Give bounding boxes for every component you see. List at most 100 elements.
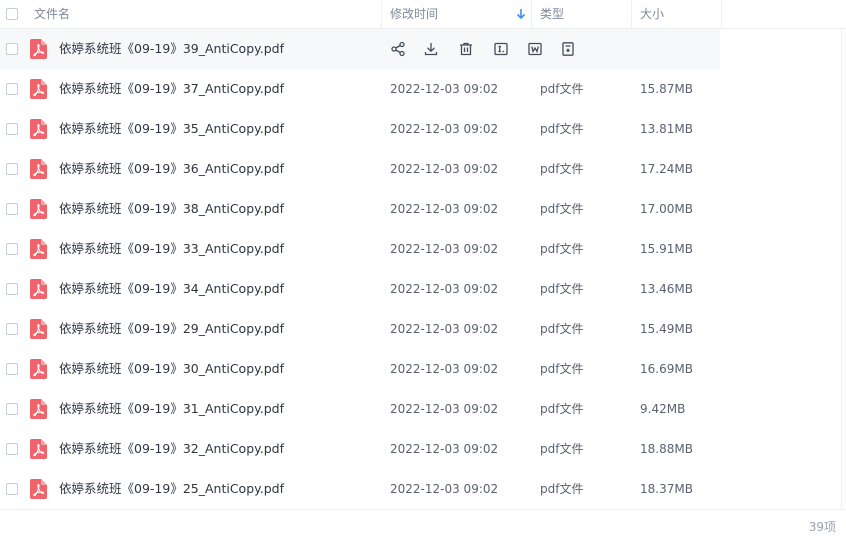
file-modified-date: 2022-12-03 09:02 — [390, 362, 499, 376]
file-name[interactable]: 依婷系统班《09-19》36_AntiCopy.pdf — [59, 149, 284, 189]
table-row[interactable]: 依婷系统班《09-19》33_AntiCopy.pdf 2022-12-03 0… — [0, 229, 720, 269]
file-type: pdf文件 — [540, 482, 584, 496]
row-checkbox[interactable] — [6, 483, 18, 495]
file-modified-date: 2022-12-03 09:02 — [390, 482, 499, 496]
pdf-file-icon — [30, 159, 47, 179]
column-size-header[interactable]: 大小 — [640, 0, 664, 28]
file-size: 9.42MB — [640, 402, 686, 416]
file-type: pdf文件 — [540, 82, 584, 96]
table-row[interactable]: 依婷系统班《09-19》39_AntiCopy.pdf — [0, 29, 720, 69]
table-row[interactable]: 依婷系统班《09-19》36_AntiCopy.pdf 2022-12-03 0… — [0, 149, 720, 189]
file-type: pdf文件 — [540, 322, 584, 336]
file-name[interactable]: 依婷系统班《09-19》37_AntiCopy.pdf — [59, 69, 284, 109]
file-modified-date: 2022-12-03 09:02 — [390, 122, 499, 136]
table-row[interactable]: 依婷系统班《09-19》35_AntiCopy.pdf 2022-12-03 0… — [0, 109, 720, 149]
row-checkbox[interactable] — [6, 323, 18, 335]
row-checkbox[interactable] — [6, 443, 18, 455]
file-size: 18.37MB — [640, 482, 693, 496]
file-list-header: 文件名 修改时间 类型 大小 — [0, 0, 846, 29]
file-modified-date: 2022-12-03 09:02 — [390, 442, 499, 456]
file-modified-date: 2022-12-03 09:02 — [390, 202, 499, 216]
table-row[interactable]: 依婷系统班《09-19》34_AntiCopy.pdf 2022-12-03 0… — [0, 269, 720, 309]
row-checkbox[interactable] — [6, 123, 18, 135]
scrollbar-track[interactable] — [841, 29, 842, 509]
file-size: 13.81MB — [640, 122, 693, 136]
table-row[interactable]: 依婷系统班《09-19》32_AntiCopy.pdf 2022-12-03 0… — [0, 429, 720, 469]
file-type: pdf文件 — [540, 122, 584, 136]
select-all-checkbox[interactable] — [6, 8, 18, 20]
pdf-file-icon — [30, 439, 47, 459]
table-row[interactable]: 依婷系统班《09-19》29_AntiCopy.pdf 2022-12-03 0… — [0, 309, 720, 349]
row-checkbox[interactable] — [6, 243, 18, 255]
file-name[interactable]: 依婷系统班《09-19》32_AntiCopy.pdf — [59, 429, 284, 469]
table-row[interactable]: 依婷系统班《09-19》31_AntiCopy.pdf 2022-12-03 0… — [0, 389, 720, 429]
column-divider[interactable] — [381, 0, 382, 28]
file-name[interactable]: 依婷系统班《09-19》29_AntiCopy.pdf — [59, 309, 284, 349]
file-size: 13.46MB — [640, 282, 693, 296]
file-type: pdf文件 — [540, 202, 584, 216]
file-type: pdf文件 — [540, 162, 584, 176]
rename-icon[interactable] — [493, 41, 509, 57]
table-row[interactable]: 依婷系统班《09-19》38_AntiCopy.pdf 2022-12-03 0… — [0, 189, 720, 229]
file-size: 15.91MB — [640, 242, 693, 256]
pdf-file-icon — [30, 119, 47, 139]
delete-icon[interactable] — [458, 41, 474, 57]
column-type-header[interactable]: 类型 — [540, 0, 564, 28]
file-name[interactable]: 依婷系统班《09-19》25_AntiCopy.pdf — [59, 469, 284, 509]
row-checkbox[interactable] — [6, 363, 18, 375]
file-size: 17.00MB — [640, 202, 693, 216]
pdf-file-icon — [30, 319, 47, 339]
more-file-icon[interactable] — [560, 41, 576, 57]
pdf-file-icon — [30, 479, 47, 499]
sort-desc-icon[interactable] — [515, 8, 527, 20]
file-modified-date: 2022-12-03 09:02 — [390, 282, 499, 296]
file-type: pdf文件 — [540, 402, 584, 416]
file-modified-date: 2022-12-03 09:02 — [390, 322, 499, 336]
file-name[interactable]: 依婷系统班《09-19》39_AntiCopy.pdf — [59, 29, 284, 69]
download-icon[interactable] — [423, 41, 439, 57]
word-convert-icon[interactable] — [527, 41, 543, 57]
table-row[interactable]: 依婷系统班《09-19》30_AntiCopy.pdf 2022-12-03 0… — [0, 349, 720, 389]
row-checkbox[interactable] — [6, 43, 18, 55]
pdf-file-icon — [30, 359, 47, 379]
column-divider[interactable] — [531, 0, 532, 28]
column-divider[interactable] — [721, 0, 722, 28]
file-name[interactable]: 依婷系统班《09-19》35_AntiCopy.pdf — [59, 109, 284, 149]
file-name[interactable]: 依婷系统班《09-19》31_AntiCopy.pdf — [59, 389, 284, 429]
file-name[interactable]: 依婷系统班《09-19》30_AntiCopy.pdf — [59, 349, 284, 389]
file-type: pdf文件 — [540, 362, 584, 376]
table-row[interactable]: 依婷系统班《09-19》37_AntiCopy.pdf 2022-12-03 0… — [0, 69, 720, 109]
column-modified-header[interactable]: 修改时间 — [390, 0, 438, 28]
file-size: 18.88MB — [640, 442, 693, 456]
file-name[interactable]: 依婷系统班《09-19》33_AntiCopy.pdf — [59, 229, 284, 269]
share-icon[interactable] — [390, 41, 406, 57]
file-modified-date: 2022-12-03 09:02 — [390, 242, 499, 256]
pdf-file-icon — [30, 279, 47, 299]
list-footer: 39项 — [0, 509, 846, 540]
row-checkbox[interactable] — [6, 203, 18, 215]
file-size: 15.87MB — [640, 82, 693, 96]
row-checkbox[interactable] — [6, 403, 18, 415]
row-checkbox[interactable] — [6, 83, 18, 95]
file-modified-date: 2022-12-03 09:02 — [390, 402, 499, 416]
pdf-file-icon — [30, 399, 47, 419]
pdf-file-icon — [30, 39, 47, 59]
column-name-header[interactable]: 文件名 — [34, 0, 70, 28]
file-type: pdf文件 — [540, 442, 584, 456]
column-divider[interactable] — [631, 0, 632, 28]
file-name[interactable]: 依婷系统班《09-19》34_AntiCopy.pdf — [59, 269, 284, 309]
table-row[interactable]: 依婷系统班《09-19》25_AntiCopy.pdf 2022-12-03 0… — [0, 469, 720, 509]
file-name[interactable]: 依婷系统班《09-19》38_AntiCopy.pdf — [59, 189, 284, 229]
file-size: 16.69MB — [640, 362, 693, 376]
pdf-file-icon — [30, 239, 47, 259]
row-checkbox[interactable] — [6, 283, 18, 295]
file-type: pdf文件 — [540, 282, 584, 296]
file-type: pdf文件 — [540, 242, 584, 256]
row-checkbox[interactable] — [6, 163, 18, 175]
file-list: 依婷系统班《09-19》39_AntiCopy.pdf 依婷系统班《09-19》… — [0, 29, 846, 509]
file-size: 17.24MB — [640, 162, 693, 176]
file-modified-date: 2022-12-03 09:02 — [390, 162, 499, 176]
file-modified-date: 2022-12-03 09:02 — [390, 82, 499, 96]
item-count: 39项 — [808, 520, 836, 534]
pdf-file-icon — [30, 79, 47, 99]
